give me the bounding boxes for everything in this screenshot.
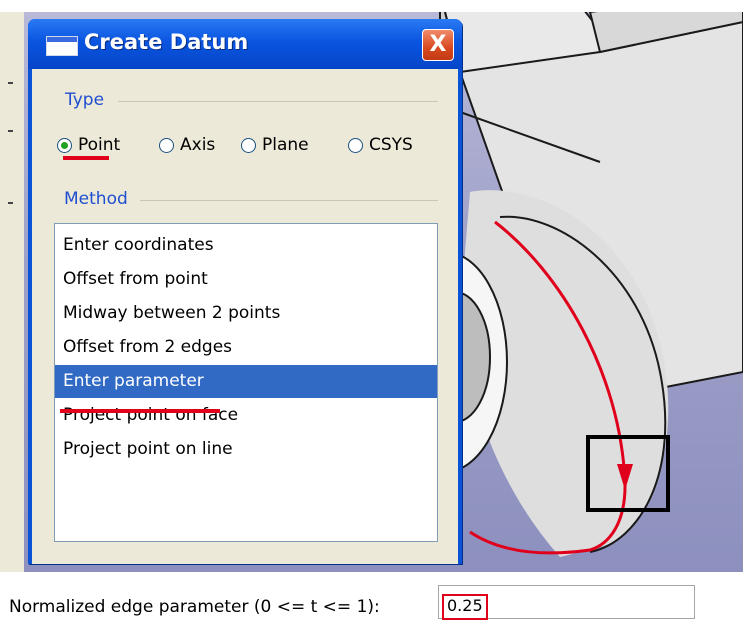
- radio-icon: [348, 137, 363, 153]
- radio-plane[interactable]: Plane: [241, 134, 309, 156]
- point-highlight-underline: [63, 156, 109, 160]
- prompt-label: Normalized edge parameter (0 <= t <= 1):: [9, 597, 380, 617]
- radio-point[interactable]: Point: [57, 134, 120, 156]
- radio-axis-label: Axis: [180, 135, 216, 155]
- radio-csys[interactable]: CSYS: [348, 134, 413, 156]
- method-item-offset-from-point[interactable]: Offset from point: [55, 263, 437, 296]
- type-group-label: Type: [65, 90, 105, 110]
- radio-icon: [159, 137, 174, 153]
- method-item-project-point-on-line[interactable]: Project point on line: [55, 433, 437, 466]
- window-icon: [46, 36, 78, 56]
- dialog-titlebar[interactable]: Create Datum X: [28, 19, 462, 69]
- radio-icon: [57, 137, 72, 153]
- method-item-enter-coordinates[interactable]: Enter coordinates: [55, 229, 437, 262]
- enter-parameter-highlight-underline: [60, 409, 220, 413]
- radio-axis[interactable]: Axis: [159, 134, 215, 156]
- method-item-project-point-on-face[interactable]: Project point on face: [55, 399, 437, 432]
- radio-icon: [241, 137, 256, 153]
- method-group-label: Method: [64, 189, 128, 209]
- method-item-midway-between-points[interactable]: Midway between 2 points: [55, 297, 437, 330]
- close-icon[interactable]: X: [422, 29, 454, 61]
- radio-csys-label: CSYS: [369, 135, 413, 155]
- left-toolbar-strip: [0, 12, 24, 572]
- type-group-divider: [118, 101, 438, 102]
- method-item-offset-from-edges[interactable]: Offset from 2 edges: [55, 331, 437, 364]
- dialog-title: Create Datum: [84, 30, 249, 54]
- edge-parameter-value[interactable]: 0.25: [442, 594, 488, 620]
- method-list[interactable]: Enter coordinates Offset from point Midw…: [54, 223, 438, 542]
- method-item-enter-parameter[interactable]: Enter parameter: [55, 365, 437, 398]
- method-group-divider: [140, 200, 438, 201]
- radio-point-label: Point: [78, 135, 121, 155]
- radio-plane-label: Plane: [262, 135, 309, 155]
